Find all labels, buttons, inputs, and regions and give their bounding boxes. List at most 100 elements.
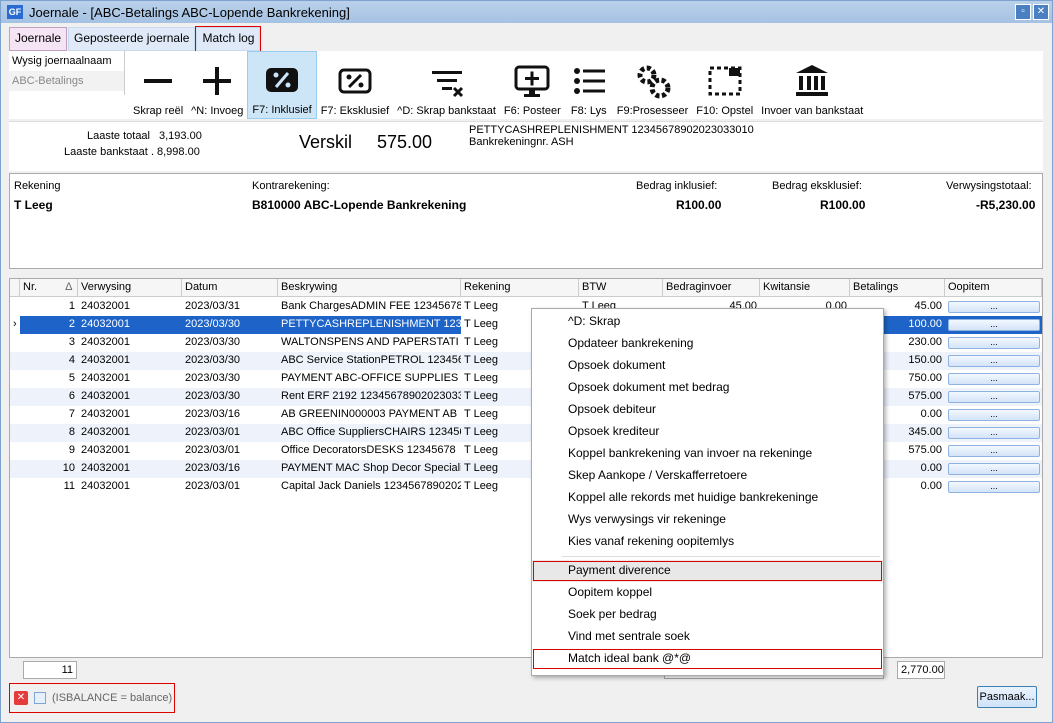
cell-desc[interactable]: Bank ChargesADMIN FEE 12345678	[278, 298, 461, 316]
clear-filter-icon[interactable]: ✕	[14, 691, 28, 705]
cell-date[interactable]: 2023/03/30	[182, 316, 278, 334]
col-header-betalings[interactable]: Betalings	[850, 279, 945, 297]
filter-expression[interactable]: (ISBALANCE = balance)	[52, 692, 172, 704]
cell-ref[interactable]: 24032001	[78, 460, 182, 478]
cell-date[interactable]: 2023/03/16	[182, 460, 278, 478]
table-row[interactable]: 3 24032001 2023/03/30 WALTONSPENS AND PAPER…	[10, 334, 1042, 352]
cell-date[interactable]: 2023/03/30	[182, 334, 278, 352]
col-header-kwitansie[interactable]: Kwitansie	[760, 279, 850, 297]
open-item-button[interactable]: ...	[948, 319, 1040, 331]
menu-item[interactable]: Vind met sentrale soek	[532, 626, 883, 648]
inclusive-button[interactable]: F7: Inklusief	[247, 51, 317, 119]
process-button[interactable]: F9:Prosesseer	[613, 51, 693, 119]
cell-date[interactable]: 2023/03/30	[182, 388, 278, 406]
open-item-button[interactable]: ...	[948, 355, 1040, 367]
cell-nr[interactable]: 11	[20, 478, 78, 496]
menu-item[interactable]: Koppel alle rekords met huidige bankreke…	[532, 487, 883, 509]
cell-desc[interactable]: PETTYCASHREPLENISHMENT 123	[278, 316, 461, 334]
cell-desc[interactable]: PAYMENT MAC Shop Decor Speciali	[278, 460, 461, 478]
open-item-button[interactable]: ...	[948, 445, 1040, 457]
menu-item[interactable]: Match ideal bank @*@	[532, 648, 883, 670]
table-row[interactable]: 9 24032001 2023/03/01 Office DecoratorsDESK…	[10, 442, 1042, 460]
table-row[interactable]: 5 24032001 2023/03/30 PAYMENT ABC-OFFICE SU…	[10, 370, 1042, 388]
table-row[interactable]: 6 24032001 2023/03/30 Rent ERF 2192 1234567…	[10, 388, 1042, 406]
cell-ref[interactable]: 24032001	[78, 334, 182, 352]
col-header-rekening[interactable]: Rekening	[461, 279, 579, 297]
cell-ref[interactable]: 24032001	[78, 406, 182, 424]
delete-bank-statement-button[interactable]: ^D: Skrap bankstaat	[393, 51, 500, 119]
journal-item-abc-betalings[interactable]: ABC-Betalings	[9, 71, 124, 91]
cell-desc[interactable]: PAYMENT ABC-OFFICE SUPPLIES 1	[278, 370, 461, 388]
open-item-button[interactable]: ...	[948, 391, 1040, 403]
col-header-bedraginvoer[interactable]: Bedraginvoer	[663, 279, 760, 297]
cell-nr[interactable]: 8	[20, 424, 78, 442]
cell-ref[interactable]: 24032001	[78, 424, 182, 442]
cell-ref[interactable]: 24032001	[78, 478, 182, 496]
cell-date[interactable]: 2023/03/30	[182, 370, 278, 388]
menu-item[interactable]: Soek per bedrag	[532, 604, 883, 626]
menu-item[interactable]: Kies vanaf rekening oopitemlys	[532, 531, 883, 553]
cell-date[interactable]: 2023/03/01	[182, 442, 278, 460]
close-button[interactable]: ✕	[1033, 4, 1049, 20]
open-item-button[interactable]: ...	[948, 481, 1040, 493]
col-header-beskrywing[interactable]: Beskrywing	[278, 279, 461, 297]
menu-item[interactable]: Opsoek krediteur	[532, 421, 883, 443]
customize-button[interactable]: Pasmaak...	[977, 686, 1037, 708]
open-item-button[interactable]: ...	[948, 409, 1040, 421]
exclusive-button[interactable]: F7: Eksklusief	[317, 51, 393, 119]
cell-date[interactable]: 2023/03/31	[182, 298, 278, 316]
open-item-button[interactable]: ...	[948, 463, 1040, 475]
insert-button[interactable]: ^N: Invoeg	[187, 51, 247, 119]
cell-nr[interactable]: 3	[20, 334, 78, 352]
cell-nr[interactable]: 1	[20, 298, 78, 316]
cell-desc[interactable]: Capital Jack Daniels 1234567890202	[278, 478, 461, 496]
menu-item[interactable]: Opdateer bankrekening	[532, 333, 883, 355]
open-item-button[interactable]: ...	[948, 427, 1040, 439]
col-header-datum[interactable]: Datum	[182, 279, 278, 297]
cell-ref[interactable]: 24032001	[78, 298, 182, 316]
delete-line-button[interactable]: Skrap reël	[129, 51, 187, 119]
cell-ref[interactable]: 24032001	[78, 352, 182, 370]
cell-desc[interactable]: AB GREENIN000003 PAYMENT AB	[278, 406, 461, 424]
menu-item[interactable]: Opsoek dokument met bedrag	[532, 377, 883, 399]
open-item-button[interactable]: ...	[948, 337, 1040, 349]
cell-desc[interactable]: Office DecoratorsDESKS 12345678	[278, 442, 461, 460]
cell-nr[interactable]: 6	[20, 388, 78, 406]
restore-button[interactable]: ▫	[1015, 4, 1031, 20]
cell-desc[interactable]: WALTONSPENS AND PAPERSTATI	[278, 334, 461, 352]
cell-ref[interactable]: 24032001	[78, 388, 182, 406]
cell-ref[interactable]: 24032001	[78, 370, 182, 388]
menu-item[interactable]: Opsoek debiteur	[532, 399, 883, 421]
post-button[interactable]: F6: Posteer	[500, 51, 565, 119]
col-header-btw[interactable]: BTW	[579, 279, 663, 297]
tab-joernale[interactable]: Joernale	[9, 27, 68, 51]
cell-desc[interactable]: ABC Office SuppliersCHAIRS 123456	[278, 424, 461, 442]
cell-nr[interactable]: 4	[20, 352, 78, 370]
table-row[interactable]: 4 24032001 2023/03/30 ABC Service StationPE…	[10, 352, 1042, 370]
table-row[interactable]: 7 24032001 2023/03/16 AB GREENIN000003 PAYM…	[10, 406, 1042, 424]
table-row[interactable]: 11 24032001 2023/03/01 Capital Jack Daniels…	[10, 478, 1042, 496]
menu-item[interactable]: Payment diverence	[532, 560, 883, 582]
cell-ref[interactable]: 24032001	[78, 442, 182, 460]
setup-button[interactable]: F10: Opstel	[692, 51, 757, 119]
rename-journal-link[interactable]: Wysig joernaalnaam	[9, 51, 124, 71]
col-header-oopitem[interactable]: Oopitem	[945, 279, 1042, 297]
menu-item[interactable]: Skep Aankope / Verskafferretoere	[532, 465, 883, 487]
open-item-button[interactable]: ...	[948, 373, 1040, 385]
table-row[interactable]: › 2 24032001 2023/03/30 PETTYCASHREPLENISHME…	[10, 316, 1042, 334]
filter-enabled-checkbox[interactable]	[34, 692, 46, 704]
cell-desc[interactable]: Rent ERF 2192 12345678902023033	[278, 388, 461, 406]
open-item-button[interactable]: ...	[948, 301, 1040, 313]
cell-date[interactable]: 2023/03/16	[182, 406, 278, 424]
menu-item[interactable]: ^D: Skrap	[532, 311, 883, 333]
tab-geposteerde-joernale[interactable]: Geposteerde joernale	[68, 27, 196, 51]
col-header-verwysing[interactable]: Verwysing	[78, 279, 182, 297]
cell-date[interactable]: 2023/03/01	[182, 424, 278, 442]
menu-item[interactable]: Wys verwysings vir rekeninge	[532, 509, 883, 531]
cell-date[interactable]: 2023/03/01	[182, 478, 278, 496]
cell-ref[interactable]: 24032001	[78, 316, 182, 334]
cell-nr[interactable]: 5	[20, 370, 78, 388]
tab-match-log[interactable]: Match log	[195, 26, 262, 52]
cell-nr[interactable]: 9	[20, 442, 78, 460]
table-row[interactable]: 8 24032001 2023/03/01 ABC Office SuppliersC…	[10, 424, 1042, 442]
